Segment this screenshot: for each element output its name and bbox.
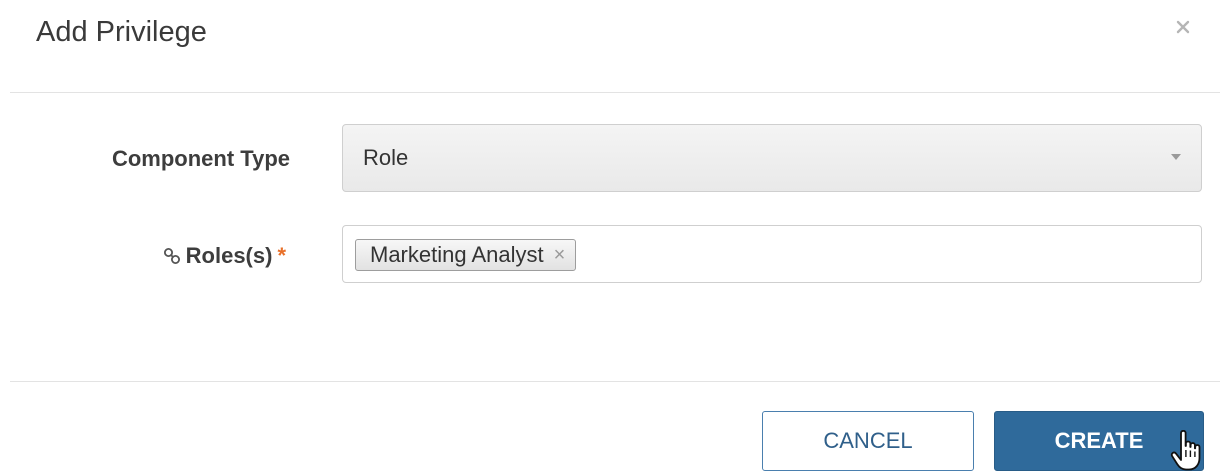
cancel-button[interactable]: CANCEL <box>762 411 974 471</box>
required-marker: * <box>277 243 286 268</box>
close-icon <box>1176 20 1190 34</box>
role-tag-label: Marketing Analyst <box>370 242 544 267</box>
component-type-value: Role <box>363 145 409 170</box>
dialog-header: Add Privilege <box>0 0 1220 92</box>
roles-label: Roles(s) * <box>40 243 286 269</box>
close-button[interactable] <box>1168 12 1198 42</box>
dialog-title: Add Privilege <box>36 16 207 48</box>
roles-tag-input[interactable]: Marketing Analyst × <box>342 225 1202 283</box>
create-button[interactable]: CREATE <box>994 411 1204 471</box>
role-tag-marketing-analyst: Marketing Analyst × <box>355 239 577 271</box>
component-type-select[interactable]: Role <box>342 124 1202 192</box>
add-privilege-dialog: Add Privilege Component Type Role Roles(… <box>0 0 1220 471</box>
link-icon <box>163 248 180 264</box>
roles-label-text: Roles(s) <box>185 243 273 268</box>
remove-tag-icon[interactable]: × <box>554 245 566 265</box>
header-divider <box>10 92 1220 93</box>
caret-down-icon <box>1171 154 1181 160</box>
footer-divider <box>10 381 1220 382</box>
component-type-label: Component Type <box>111 146 290 171</box>
